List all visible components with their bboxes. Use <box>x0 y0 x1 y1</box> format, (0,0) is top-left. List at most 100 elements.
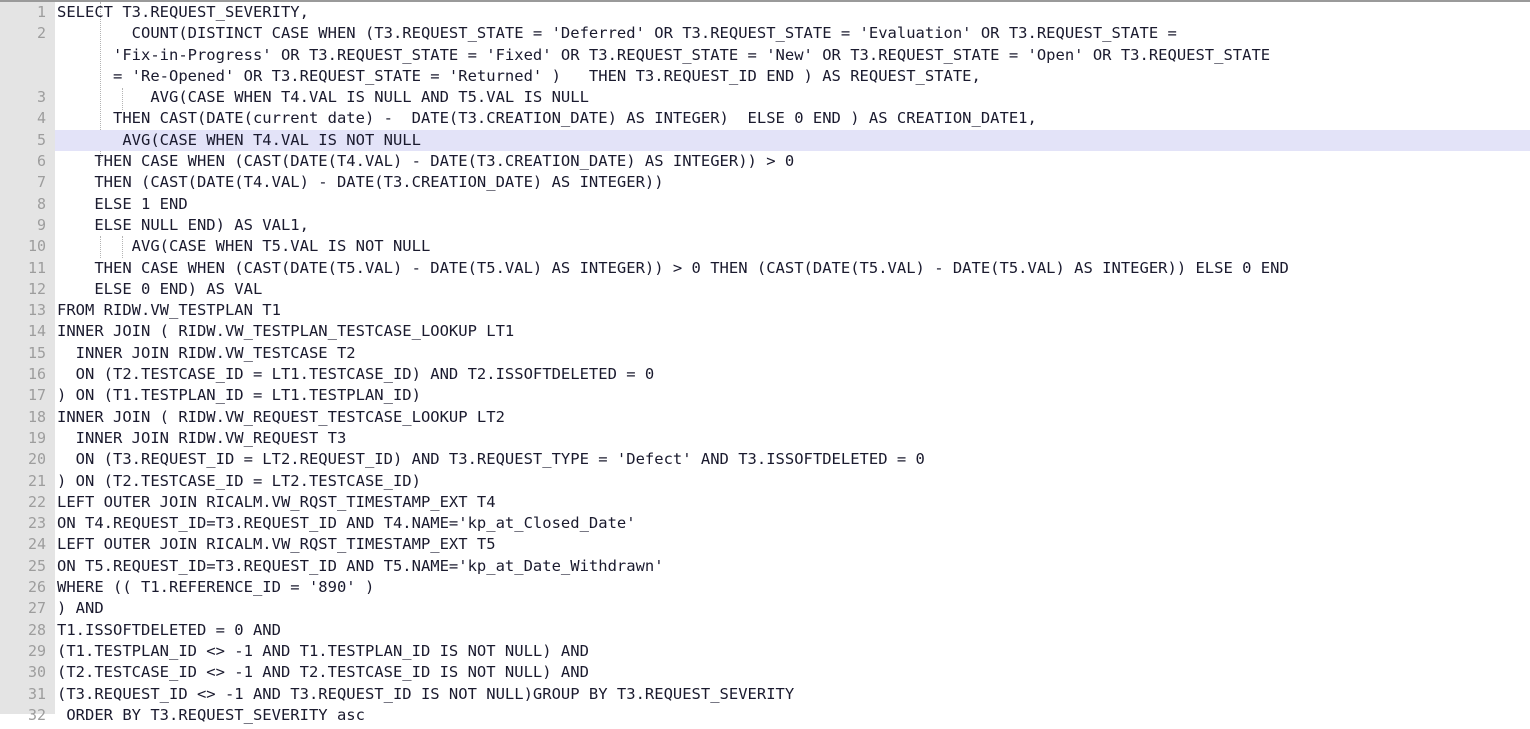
code-line-text[interactable]: ON T4.REQUEST_ID=T3.REQUEST_ID AND T4.NA… <box>55 513 1530 534</box>
code-line-text[interactable]: INNER JOIN RIDW.VW_TESTCASE T2 <box>55 343 1530 364</box>
line-number: 21 <box>27 471 46 490</box>
code-line-text[interactable]: ON (T2.TESTCASE_ID = LT1.TESTCASE_ID) AN… <box>55 364 1530 385</box>
code-line-segment: ON (T2.TESTCASE_ID = LT1.TESTCASE_ID) AN… <box>57 365 655 384</box>
code-line-text[interactable]: AVG(CASE WHEN T5.VAL IS NOT NULL <box>55 236 1530 257</box>
code-line-segment: ON T4.REQUEST_ID=T3.REQUEST_ID AND T4.NA… <box>57 514 636 533</box>
line-number: 32 <box>27 705 46 724</box>
code-line-text[interactable]: INNER JOIN ( RIDW.VW_REQUEST_TESTCASE_LO… <box>55 407 1530 428</box>
code-line-row[interactable]: 23 ON T4.REQUEST_ID=T3.REQUEST_ID AND T4.… <box>0 513 1530 534</box>
code-line-text[interactable]: ELSE 0 END) AS VAL <box>55 279 1530 300</box>
code-line-row[interactable]: 3 AVG(CASE WHEN T4.VAL IS NULL AND T5.VA… <box>0 87 1530 108</box>
code-line-segment: THEN CASE WHEN (CAST(DATE(T5.VAL) - DATE… <box>57 258 1289 277</box>
code-line-row[interactable]: 5 AVG(CASE WHEN T4.VAL IS NOT NULL <box>0 129 1530 152</box>
code-line-text[interactable]: ) ON (T1.TESTPLAN_ID = LT1.TESTPLAN_ID) <box>55 385 1530 406</box>
code-line-row[interactable]: 13 FROM RIDW.VW_TESTPLAN T1 <box>0 300 1530 321</box>
code-line-text[interactable]: FROM RIDW.VW_TESTPLAN T1 <box>55 300 1530 321</box>
code-line-row[interactable]: 22 LEFT OUTER JOIN RICALM.VW_RQST_TIMESTA… <box>0 492 1530 513</box>
code-line-segment: ON T5.REQUEST_ID=T3.REQUEST_ID AND T5.NA… <box>57 556 664 575</box>
code-line-row[interactable]: 32 ORDER BY T3.REQUEST_SEVERITY asc <box>0 705 1530 726</box>
code-line-row[interactable]: 8 ELSE 1 END <box>0 194 1530 215</box>
line-number: 6 <box>36 152 46 171</box>
code-line-row[interactable]: 31 (T3.REQUEST_ID <> -1 AND T3.REQUEST_ID… <box>0 684 1530 705</box>
code-line-row[interactable]: 17) ON (T1.TESTPLAN_ID = LT1.TESTPLAN_ID… <box>0 385 1530 406</box>
code-line-row[interactable]: 12 ELSE 0 END) AS VAL <box>0 279 1530 300</box>
code-line-row[interactable]: 25 ON T5.REQUEST_ID=T3.REQUEST_ID AND T5.… <box>0 556 1530 577</box>
code-line-row[interactable]: 11 THEN CASE WHEN (CAST(DATE(T5.VAL) - D… <box>0 258 1530 279</box>
code-line-text[interactable]: ELSE NULL END) AS VAL1, <box>55 215 1530 236</box>
code-line-row[interactable]: 21 ) ON (T2.TESTCASE_ID = LT2.TESTCASE_ID… <box>0 471 1530 492</box>
code-line-row[interactable]: 18 INNER JOIN ( RIDW.VW_REQUEST_TESTCASE_… <box>0 407 1530 428</box>
code-line-segment: FROM RIDW.VW_TESTPLAN T1 <box>57 301 281 320</box>
code-line-text[interactable]: INNER JOIN ( RIDW.VW_TESTPLAN_TESTCASE_L… <box>55 321 1530 342</box>
line-number: 7 <box>36 173 46 192</box>
code-line-text[interactable]: ORDER BY T3.REQUEST_SEVERITY asc <box>55 705 1530 726</box>
code-line-row[interactable]: 19 INNER JOIN RIDW.VW_REQUEST T3 <box>0 428 1530 449</box>
code-line-row[interactable]: 27) AND <box>0 598 1530 619</box>
code-line-row[interactable]: 29 (T1.TESTPLAN_ID <> -1 AND T1.TESTPLAN_… <box>0 641 1530 662</box>
code-line-text[interactable]: ) AND <box>55 598 1530 619</box>
code-line-text[interactable]: (T1.TESTPLAN_ID <> -1 AND T1.TESTPLAN_ID… <box>55 641 1530 662</box>
code-line-text[interactable]: INNER JOIN RIDW.VW_REQUEST T3 <box>55 428 1530 449</box>
code-line-segment: AVG(CASE WHEN T5.VAL IS NOT NULL <box>57 237 431 256</box>
code-line-text[interactable]: THEN (CAST(DATE(T4.VAL) - DATE(T3.CREATI… <box>55 172 1530 193</box>
code-line-row[interactable]: 1 SELECT T3.REQUEST_SEVERITY, <box>0 2 1530 23</box>
code-line-row[interactable]: 28 T1.ISSOFTDELETED = 0 AND <box>0 620 1530 641</box>
line-number: 4 <box>36 109 46 128</box>
line-number: 12 <box>27 279 46 298</box>
sql-code-editor[interactable]: 1 SELECT T3.REQUEST_SEVERITY, 2 COUNT(DIST… <box>0 0 1530 729</box>
code-line-text[interactable]: (T2.TESTCASE_ID <> -1 AND T2.TESTCASE_ID… <box>55 662 1530 683</box>
code-line-row[interactable]: 9 ELSE NULL END) AS VAL1, <box>0 215 1530 236</box>
line-number: 8 <box>36 194 46 213</box>
line-number: 11 <box>27 258 46 277</box>
code-line-segment: 'Fix-in-Progress' OR T3.REQUEST_STATE = … <box>57 45 1271 64</box>
line-number: 23 <box>27 514 46 533</box>
code-line-row[interactable]: 30 (T2.TESTCASE_ID <> -1 AND T2.TESTCASE_… <box>0 662 1530 683</box>
code-line-segment: AVG(CASE WHEN T4.VAL IS NOT NULL <box>57 130 421 149</box>
code-line-text[interactable]: COUNT(DISTINCT CASE WHEN (T3.REQUEST_STA… <box>55 23 1530 87</box>
code-line-row[interactable]: 4 THEN CAST(DATE(current date) - DATE(T3… <box>0 108 1530 129</box>
line-number: 18 <box>27 407 46 426</box>
code-line-row[interactable]: 7 THEN (CAST(DATE(T4.VAL) - DATE(T3.CREA… <box>0 172 1530 193</box>
code-line-text[interactable]: THEN CASE WHEN (CAST(DATE(T4.VAL) - DATE… <box>55 151 1530 172</box>
code-line-segment: LEFT OUTER JOIN RICALM.VW_RQST_TIMESTAMP… <box>57 535 496 554</box>
code-line-segment: INNER JOIN ( RIDW.VW_REQUEST_TESTCASE_LO… <box>57 407 505 426</box>
code-line-text[interactable]: LEFT OUTER JOIN RICALM.VW_RQST_TIMESTAMP… <box>55 492 1530 513</box>
code-line-segment: THEN (CAST(DATE(T4.VAL) - DATE(T3.CREATI… <box>57 173 664 192</box>
line-number: 22 <box>27 492 46 511</box>
line-number: 24 <box>27 535 46 554</box>
code-line-row[interactable]: 16 ON (T2.TESTCASE_ID = LT1.TESTCASE_ID)… <box>0 364 1530 385</box>
code-line-text[interactable]: (T3.REQUEST_ID <> -1 AND T3.REQUEST_ID I… <box>55 684 1530 705</box>
code-line-segment: INNER JOIN RIDW.VW_TESTCASE T2 <box>57 343 356 362</box>
code-line-text[interactable]: ON T5.REQUEST_ID=T3.REQUEST_ID AND T5.NA… <box>55 556 1530 577</box>
code-line-text[interactable]: THEN CASE WHEN (CAST(DATE(T5.VAL) - DATE… <box>55 258 1530 279</box>
code-line-text[interactable]: ELSE 1 END <box>55 194 1530 215</box>
code-line-row[interactable]: 14 INNER JOIN ( RIDW.VW_TESTPLAN_TESTCASE… <box>0 321 1530 342</box>
line-number: 15 <box>27 343 46 362</box>
line-number: 2 <box>36 24 46 43</box>
code-line-segment: ) AND <box>57 599 104 618</box>
code-line-text[interactable]: AVG(CASE WHEN T4.VAL IS NULL AND T5.VAL … <box>55 87 1530 108</box>
code-line-text[interactable]: ) ON (T2.TESTCASE_ID = LT2.TESTCASE_ID) <box>55 471 1530 492</box>
line-number: 28 <box>27 620 46 639</box>
code-line-row[interactable]: 6 THEN CASE WHEN (CAST(DATE(T4.VAL) - DA… <box>0 151 1530 172</box>
code-line-text[interactable]: WHERE (( T1.REFERENCE_ID = '890' ) <box>55 577 1530 598</box>
line-number: 19 <box>27 428 46 447</box>
code-line-text[interactable]: ON (T3.REQUEST_ID = LT2.REQUEST_ID) AND … <box>55 449 1530 470</box>
code-line-row[interactable]: 24 LEFT OUTER JOIN RICALM.VW_RQST_TIMESTA… <box>0 534 1530 555</box>
line-number: 3 <box>36 88 46 107</box>
code-line-segment: ORDER BY T3.REQUEST_SEVERITY asc <box>57 705 365 724</box>
code-line-segment: THEN CAST(DATE(current date) - DATE(T3.C… <box>57 109 1037 128</box>
code-line-text[interactable]: SELECT T3.REQUEST_SEVERITY, <box>55 2 1530 23</box>
code-line-text[interactable]: LEFT OUTER JOIN RICALM.VW_RQST_TIMESTAMP… <box>55 534 1530 555</box>
code-line-row[interactable]: 10 AVG(CASE WHEN T5.VAL IS NOT NULL <box>0 236 1530 257</box>
code-line-text[interactable]: THEN CAST(DATE(current date) - DATE(T3.C… <box>55 108 1530 129</box>
code-line-segment: ELSE NULL END) AS VAL1, <box>57 215 309 234</box>
code-lines-container[interactable]: 1 SELECT T3.REQUEST_SEVERITY, 2 COUNT(DIST… <box>0 2 1530 726</box>
code-line-row[interactable]: 26 WHERE (( T1.REFERENCE_ID = '890' ) <box>0 577 1530 598</box>
code-line-row[interactable]: 20 ON (T3.REQUEST_ID = LT2.REQUEST_ID) A… <box>0 449 1530 470</box>
code-line-row[interactable]: 15 INNER JOIN RIDW.VW_TESTCASE T2 <box>0 343 1530 364</box>
code-line-row[interactable]: 2 COUNT(DISTINCT CASE WHEN (T3.REQUEST_S… <box>0 23 1530 87</box>
code-line-text[interactable]: AVG(CASE WHEN T4.VAL IS NOT NULL <box>55 130 1530 151</box>
code-line-text[interactable]: T1.ISSOFTDELETED = 0 AND <box>55 620 1530 641</box>
code-line-segment: ELSE 1 END <box>57 194 188 213</box>
